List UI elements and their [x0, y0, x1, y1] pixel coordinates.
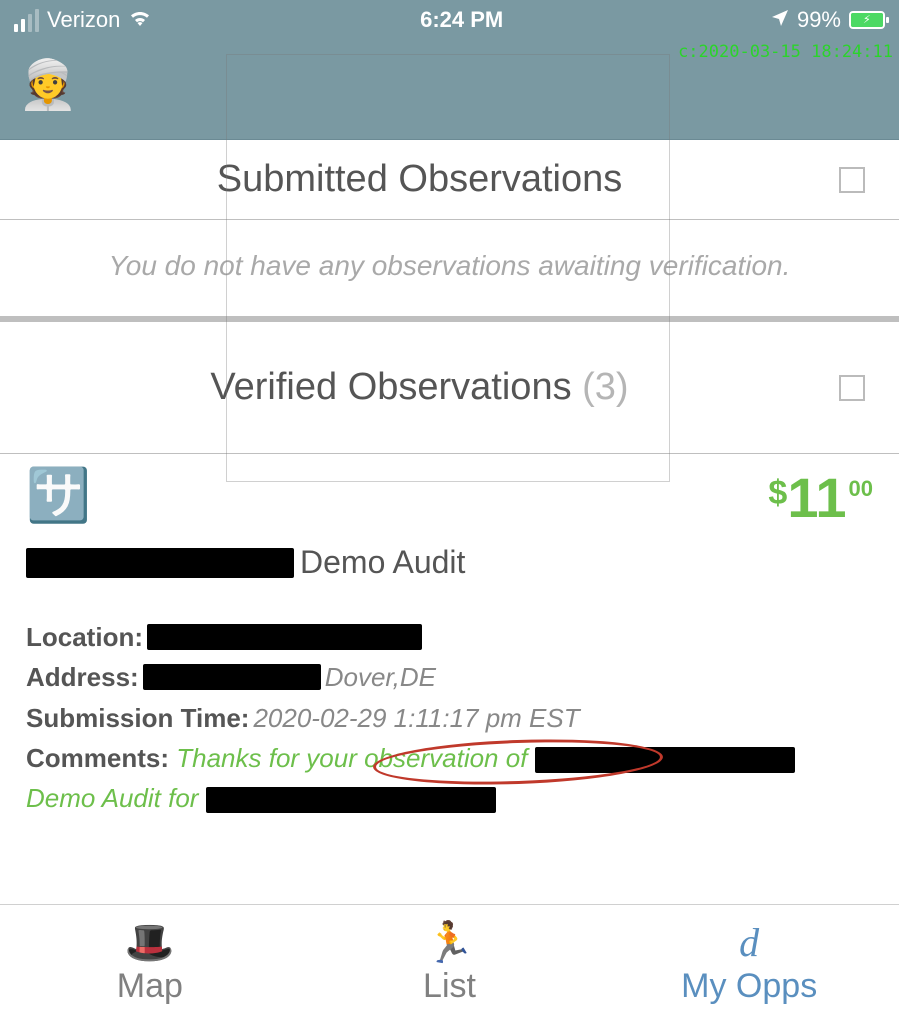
battery-pct: 99% — [797, 7, 841, 33]
submission-label: Submission Time: — [26, 698, 249, 738]
redacted-text — [26, 548, 294, 578]
card-top: 🈂️ $ 11 00 — [26, 470, 873, 526]
tab-myopps-label: My Opps — [681, 967, 817, 1006]
wifi-icon — [128, 7, 152, 33]
comments-text-2: Demo Audit for — [26, 783, 198, 813]
price-currency: $ — [768, 474, 787, 513]
observation-card[interactable]: 🈂️ $ 11 00 Demo Audit Location: Address:… — [0, 454, 899, 826]
address-city: Dover,DE — [325, 657, 436, 697]
address-label: Address: — [26, 657, 139, 697]
debug-timestamp: c:2020-03-15 18:24:11 — [678, 42, 893, 62]
status-left: Verizon — [14, 7, 152, 33]
submission-row: Submission Time: 2020-02-29 1:11:17 pm E… — [26, 698, 873, 738]
submitted-title: Submitted Observations — [0, 158, 839, 201]
redacted-text — [147, 624, 422, 650]
location-row: Location: — [26, 617, 873, 657]
location-arrow-icon — [771, 7, 789, 33]
tab-map-label: Map — [117, 967, 183, 1006]
verified-title-text: Verified Observations — [210, 366, 571, 408]
status-bar: Verizon 6:24 PM 99% ⚡︎ — [0, 0, 899, 40]
status-time: 6:24 PM — [420, 7, 503, 33]
observation-price: $ 11 00 — [768, 470, 873, 526]
battery-icon: ⚡︎ — [849, 11, 885, 29]
verified-title: Verified Observations (3) — [0, 366, 839, 409]
tab-list[interactable]: 🏃 List — [300, 905, 600, 1024]
redacted-text — [535, 747, 795, 773]
avatar[interactable]: 👳 — [18, 62, 78, 110]
observation-title: Demo Audit — [26, 544, 873, 581]
submission-value: 2020-02-29 1:11:17 pm EST — [253, 698, 579, 738]
runner-icon: 🏃 — [425, 923, 475, 963]
tab-bar: 🎩 Map 🏃 List d My Opps — [0, 904, 899, 1024]
observation-details: Location: Address: Dover,DE Submission T… — [26, 617, 873, 818]
observation-icon: 🈂️ — [26, 470, 91, 522]
app-header: 👳 c:2020-03-15 18:24:11 — [0, 40, 899, 140]
status-right: 99% ⚡︎ — [771, 7, 885, 33]
comments-label: Comments: — [26, 743, 169, 773]
address-row: Address: Dover,DE — [26, 657, 873, 697]
price-cents: 00 — [849, 476, 873, 502]
location-label: Location: — [26, 617, 143, 657]
redacted-text — [206, 787, 496, 813]
myopps-glyph-icon: d — [739, 923, 759, 963]
verified-count: (3) — [582, 366, 628, 408]
signal-bars-icon — [14, 9, 39, 32]
tab-map[interactable]: 🎩 Map — [0, 905, 300, 1024]
verified-section-header: Verified Observations (3) — [0, 322, 899, 454]
tab-myopps[interactable]: d My Opps — [599, 905, 899, 1024]
observation-title-suffix: Demo Audit — [300, 544, 465, 581]
carrier-label: Verizon — [47, 7, 120, 33]
tab-list-label: List — [423, 967, 476, 1006]
submitted-checkbox[interactable] — [839, 167, 865, 193]
verified-checkbox[interactable] — [839, 375, 865, 401]
submitted-section-header: Submitted Observations — [0, 140, 899, 220]
tophat-icon: 🎩 — [125, 923, 175, 963]
comments-text-1: Thanks for your observation of — [176, 743, 527, 773]
submitted-empty-message: You do not have any observations awaitin… — [0, 220, 899, 316]
price-whole: 11 — [787, 470, 846, 526]
redacted-text — [143, 664, 321, 690]
charging-bolt-icon: ⚡︎ — [863, 15, 871, 26]
comments-row: Comments: Thanks for your observation of… — [26, 738, 873, 819]
